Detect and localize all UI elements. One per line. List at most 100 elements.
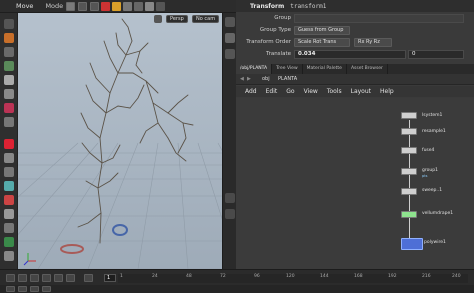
playbar-option-2[interactable] xyxy=(18,286,27,292)
tool-icon-15[interactable] xyxy=(4,237,14,247)
forward-arrow-icon[interactable]: ▶ xyxy=(247,76,251,82)
timeline-ruler[interactable]: 1 24 48 72 96 120 144 168 192 216 240 xyxy=(118,274,468,283)
move-mode-label[interactable]: Move xyxy=(16,2,33,10)
node-sub-label: pts xyxy=(422,174,428,178)
menu-layout[interactable]: Layout xyxy=(351,88,371,95)
menu-view[interactable]: View xyxy=(304,88,318,95)
playbar-option-1[interactable] xyxy=(6,286,15,292)
menu-help[interactable]: Help xyxy=(380,88,394,95)
tool-icon-11[interactable] xyxy=(4,181,14,191)
scene-viewport[interactable]: Persp No cam xyxy=(18,13,222,269)
tool-icon-14[interactable] xyxy=(4,223,14,233)
shelf-icon-4[interactable] xyxy=(225,193,235,203)
record-icon[interactable] xyxy=(4,139,14,149)
tick-label: 192 xyxy=(388,274,397,279)
node-network[interactable]: lsystem1 resample1 fuse4 group1 pts swee… xyxy=(236,98,474,269)
param-row-transform-order: Transform Order Scale Rot Trans Rx Ry Rz xyxy=(236,37,474,48)
breadcrumb-current[interactable]: PLANTA xyxy=(278,76,297,82)
current-frame-field[interactable]: 1 xyxy=(104,274,116,282)
rotation-order-dropdown[interactable]: Rx Ry Rz xyxy=(354,38,392,47)
node-label: sweep..1 xyxy=(422,188,443,193)
tab-material-palette[interactable]: Material Palette xyxy=(303,64,347,74)
handle-tool-icon[interactable] xyxy=(4,47,14,57)
node-vellumdrape1[interactable] xyxy=(401,211,417,218)
go-to-end-button[interactable] xyxy=(66,274,75,282)
rotate-tool-button[interactable] xyxy=(90,1,100,11)
translate-y-field[interactable]: 0 xyxy=(408,50,464,59)
realtime-toggle[interactable] xyxy=(84,274,93,282)
paint-icon[interactable] xyxy=(4,117,14,127)
menu-go[interactable]: Go xyxy=(286,88,294,95)
node-resample1[interactable] xyxy=(401,128,417,135)
playbar-option-3[interactable] xyxy=(30,286,39,292)
display-icon[interactable] xyxy=(145,1,155,11)
view-options-icon[interactable] xyxy=(154,15,162,23)
menu-tools[interactable]: Tools xyxy=(327,88,342,95)
pan-icon[interactable] xyxy=(4,89,14,99)
shelf-icon-3[interactable] xyxy=(225,49,235,59)
grid-icon[interactable] xyxy=(123,1,133,11)
node-group1[interactable] xyxy=(401,168,417,175)
handle-icon[interactable] xyxy=(101,1,111,11)
go-to-start-button[interactable] xyxy=(6,274,15,282)
tab-tree-view[interactable]: Tree View xyxy=(272,64,303,74)
pin-icon[interactable] xyxy=(156,1,166,11)
viewport-scene xyxy=(18,18,222,269)
camera-dropdown[interactable]: No cam xyxy=(192,15,220,23)
tick-label: 168 xyxy=(354,274,363,279)
menu-edit[interactable]: Edit xyxy=(266,88,278,95)
parameter-header: Transform transform1 xyxy=(236,0,474,12)
view-icon[interactable] xyxy=(4,75,14,85)
step-forward-button[interactable] xyxy=(54,274,63,282)
shelf-icon-1[interactable] xyxy=(225,17,235,27)
play-button[interactable] xyxy=(42,274,51,282)
group-field[interactable] xyxy=(294,14,464,23)
tick-label: 1 xyxy=(120,274,123,279)
pose-icon[interactable] xyxy=(4,61,14,71)
translate-handle-icon[interactable] xyxy=(60,244,84,254)
param-row-group: Group xyxy=(236,13,474,24)
select-tool-button[interactable] xyxy=(66,1,76,11)
brush-icon[interactable] xyxy=(4,103,14,113)
snap-icon[interactable] xyxy=(112,1,122,11)
tab-network[interactable]: /obj/PLANTA xyxy=(236,64,273,74)
tick-label: 96 xyxy=(254,274,260,279)
transform-icon[interactable] xyxy=(4,33,14,43)
stop-button[interactable] xyxy=(30,274,39,282)
tool-icon-9[interactable] xyxy=(4,153,14,163)
camera-icon[interactable] xyxy=(134,1,144,11)
rotate-handle-icon[interactable] xyxy=(112,224,128,236)
param-row-translate: Translate 0.034 0 xyxy=(236,49,474,60)
param-label: Group xyxy=(274,15,291,21)
playbar: 1 1 24 48 72 96 120 144 168 192 216 240 xyxy=(0,269,474,293)
node-lsystem1[interactable] xyxy=(401,112,417,119)
breadcrumb-root[interactable]: obj xyxy=(262,76,270,82)
tab-asset-browser[interactable]: Asset Browser xyxy=(347,64,388,74)
node-name-field[interactable]: transform1 xyxy=(290,3,326,10)
tool-icon-10[interactable] xyxy=(4,167,14,177)
camera-menu[interactable]: Persp xyxy=(166,15,188,23)
move-tool-button[interactable] xyxy=(78,1,88,11)
tool-icon-13[interactable] xyxy=(4,209,14,219)
transform-order-dropdown[interactable]: Scale Rot Trans xyxy=(294,38,350,47)
shelf-icon-5[interactable] xyxy=(225,209,235,219)
group-type-dropdown[interactable]: Guess from Group xyxy=(294,26,350,35)
menu-add[interactable]: Add xyxy=(245,88,257,95)
tool-icon-16[interactable] xyxy=(4,251,14,261)
step-back-button[interactable] xyxy=(18,274,27,282)
node-polywire1[interactable] xyxy=(401,238,423,250)
tick-label: 24 xyxy=(152,274,158,279)
back-arrow-icon[interactable]: ◀ xyxy=(240,76,244,82)
shelf-icon-2[interactable] xyxy=(225,33,235,43)
playbar-option-4[interactable] xyxy=(42,286,51,292)
tick-label: 240 xyxy=(452,274,461,279)
param-label: Translate xyxy=(266,51,291,57)
node-sweep[interactable] xyxy=(401,188,417,195)
param-row-group-type: Group Type Guess from Group xyxy=(236,25,474,36)
select-icon[interactable] xyxy=(4,19,14,29)
magnet-icon[interactable] xyxy=(4,195,14,205)
mode-label[interactable]: Mode xyxy=(45,2,63,10)
node-fuse4[interactable] xyxy=(401,147,417,154)
playbar-lower xyxy=(0,285,474,293)
translate-x-field[interactable]: 0.034 xyxy=(294,50,406,59)
